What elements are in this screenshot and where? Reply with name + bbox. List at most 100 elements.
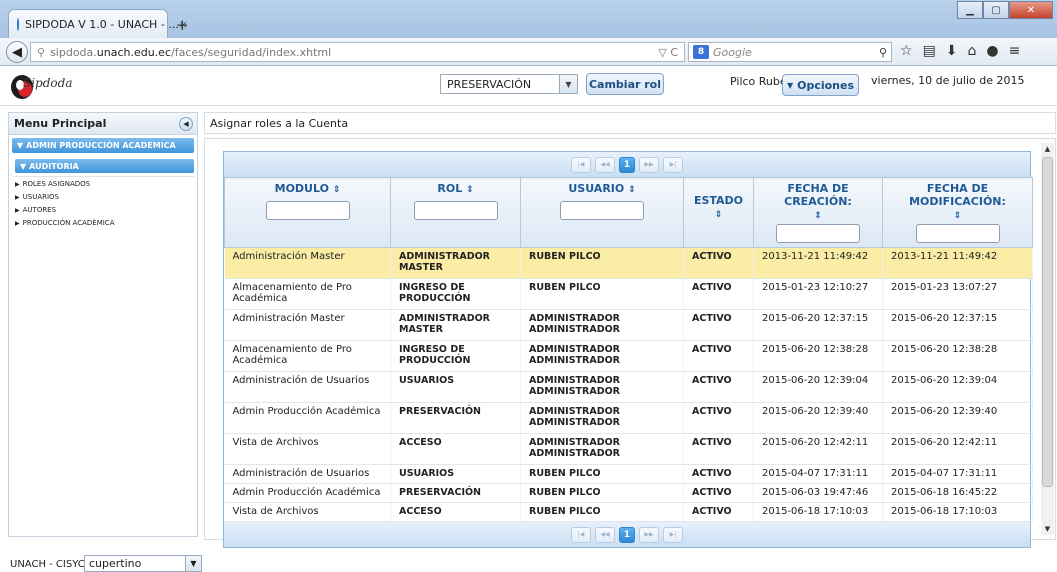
filter-fecha-modificacion-input[interactable] xyxy=(915,224,1000,243)
search-bar[interactable]: 8 Google ⚲ xyxy=(688,42,892,62)
cell-estado: ACTIVO xyxy=(683,433,754,465)
url-host: unach.edu.ec xyxy=(96,45,171,59)
chevron-down-icon[interactable]: ▼ xyxy=(559,75,577,93)
home-icon[interactable]: ⌂ xyxy=(968,43,977,59)
roles-datatable: |◀ ◀◀ 1 ▶▶ ▶| MODULO ⇕ ROL ⇕ USUARIO ⇕ E… xyxy=(223,151,1033,548)
cell-modulo: Admin Producción Académica xyxy=(224,402,391,434)
address-bar[interactable]: ⚲ sipdoda. unach.edu.ec/faces/seguridad/i… xyxy=(30,42,685,62)
table-row[interactable]: Almacenamiento de Pro Académica INGRESO … xyxy=(224,278,1033,310)
cell-modulo: Vista de Archivos xyxy=(224,433,391,465)
browser-tab[interactable]: SIPDODA V 1.0 - UNACH - ... × xyxy=(8,9,188,38)
bookmarks-list-icon[interactable]: ▤ xyxy=(923,43,936,59)
column-label: FECHA DE CREACIÓN: xyxy=(784,182,852,208)
column-header-modulo[interactable]: MODULO ⇕ xyxy=(224,177,391,248)
last-page-button[interactable]: ▶| xyxy=(663,526,683,543)
table-row[interactable]: Vista de Archivos ACCESO RUBEN PILCO ACT… xyxy=(224,502,1033,522)
scroll-thumb[interactable] xyxy=(1042,157,1053,487)
collapse-sidebar-icon[interactable]: ◀ xyxy=(179,116,193,131)
search-icon[interactable]: ⚲ xyxy=(879,46,887,59)
chevron-down-icon: ▼ xyxy=(786,80,794,90)
paginator-top: |◀ ◀◀ 1 ▶▶ ▶| xyxy=(224,152,1030,177)
filter-usuario-input[interactable] xyxy=(560,201,644,220)
theme-select[interactable]: cupertino ▼ xyxy=(84,555,202,572)
cell-modulo: Administración de Usuarios xyxy=(224,464,391,484)
filter-fecha-creacion-input[interactable] xyxy=(776,224,860,243)
table-row[interactable]: Admin Producción Académica PRESERVACIÓN … xyxy=(224,483,1033,503)
vertical-scrollbar[interactable]: ▲ ▼ xyxy=(1041,143,1054,535)
reload-icon[interactable]: ▽ C xyxy=(658,46,678,59)
opciones-button[interactable]: ▼ Opciones xyxy=(782,74,859,96)
column-header-rol[interactable]: ROL ⇕ xyxy=(390,177,521,248)
filter-modulo-input[interactable] xyxy=(265,201,350,220)
cell-usuario: RUBEN PILCO xyxy=(520,278,684,310)
sidebar-item-label: AUTORES xyxy=(22,206,57,214)
last-page-button[interactable]: ▶| xyxy=(663,156,683,173)
sort-icon[interactable]: ⇕ xyxy=(954,211,962,221)
role-select[interactable]: PRESERVACIÓN ▼ xyxy=(440,74,578,94)
close-window-button[interactable]: ✕ xyxy=(1009,1,1053,19)
sort-icon[interactable]: ⇕ xyxy=(715,210,723,220)
bookmark-star-icon[interactable]: ☆ xyxy=(900,43,913,59)
sort-icon[interactable]: ⇕ xyxy=(466,185,474,195)
column-label: MODULO xyxy=(274,182,329,195)
column-header-usuario[interactable]: USUARIO ⇕ xyxy=(520,177,684,248)
cell-fecha-modificacion: 2015-06-18 17:10:03 xyxy=(882,502,1033,522)
scroll-up-icon[interactable]: ▲ xyxy=(1041,143,1054,155)
column-header-fecha-creacion[interactable]: FECHA DE CREACIÓN: ⇕ xyxy=(753,177,883,248)
role-select-value: PRESERVACIÓN xyxy=(447,77,532,91)
search-engine-icon[interactable]: 8 xyxy=(693,45,709,59)
table-row[interactable]: Administración Master ADMINISTRADOR MAST… xyxy=(224,309,1033,341)
table-row[interactable]: Administración de Usuarios USUARIOS RUBE… xyxy=(224,464,1033,484)
sort-icon[interactable]: ⇕ xyxy=(333,185,341,195)
table-row[interactable]: Administración Master ADMINISTRADOR MAST… xyxy=(224,247,1033,279)
sort-icon[interactable]: ⇕ xyxy=(814,211,822,221)
cell-fecha-modificacion: 2015-06-20 12:38:28 xyxy=(882,340,1033,372)
sidebar-item-usuarios[interactable]: ▶ USUARIOS xyxy=(12,191,194,203)
chevron-down-icon[interactable]: ▼ xyxy=(185,556,201,571)
table-row[interactable]: Administración de Usuarios USUARIOS ADMI… xyxy=(224,371,1033,403)
cell-estado: ACTIVO xyxy=(683,247,754,279)
table-row[interactable]: Vista de Archivos ACCESO ADMINISTRADOR A… xyxy=(224,433,1033,465)
prev-page-button[interactable]: ◀◀ xyxy=(595,526,615,543)
prev-page-button[interactable]: ◀◀ xyxy=(595,156,615,173)
cell-modulo: Admin Producción Académica xyxy=(224,483,391,503)
column-header-fecha-modificacion[interactable]: FECHA DE MODIFICACIÓN: ⇕ xyxy=(882,177,1033,248)
logo-text: Sipdoda xyxy=(23,76,73,90)
download-icon[interactable]: ⬇ xyxy=(946,43,958,59)
first-page-button[interactable]: |◀ xyxy=(571,526,591,543)
cell-fecha-modificacion: 2015-06-20 12:42:11 xyxy=(882,433,1033,465)
cell-fecha-creacion: 2015-06-20 12:38:28 xyxy=(753,340,883,372)
cell-fecha-creacion: 2015-06-20 12:42:11 xyxy=(753,433,883,465)
table-row[interactable]: Almacenamiento de Pro Académica INGRESO … xyxy=(224,340,1033,372)
column-label: ROL xyxy=(437,182,463,195)
column-header-estado[interactable]: ESTADO ⇕ xyxy=(683,177,754,248)
next-page-button[interactable]: ▶▶ xyxy=(639,526,659,543)
cell-estado: ACTIVO xyxy=(683,371,754,403)
new-tab-button[interactable]: + xyxy=(176,16,189,34)
cambiar-rol-button[interactable]: Cambiar rol xyxy=(586,73,664,95)
cell-fecha-modificacion: 2015-06-20 12:39:04 xyxy=(882,371,1033,403)
content-title: Asignar roles a la Cuenta xyxy=(204,112,1056,134)
first-page-button[interactable]: |◀ xyxy=(571,156,591,173)
chat-icon[interactable]: ● xyxy=(986,43,998,59)
sidebar-item-roles-asignados[interactable]: ▶ ROLES ASIGNADOS xyxy=(12,178,194,190)
cell-rol: USUARIOS xyxy=(390,371,521,403)
maximize-button[interactable]: ▢ xyxy=(983,1,1009,19)
menu-subsection-auditoria[interactable]: ▼ AUDITORIA xyxy=(15,159,194,173)
minimize-button[interactable]: ▁ xyxy=(957,1,983,19)
filter-rol-input[interactable] xyxy=(413,201,498,220)
page-number-button[interactable]: 1 xyxy=(619,526,635,543)
next-page-button[interactable]: ▶▶ xyxy=(639,156,659,173)
back-button[interactable]: ◀ xyxy=(6,41,28,63)
menu-section-label: ADMIN PRODUCCIÓN ACADEMICA xyxy=(26,141,176,150)
sidebar-item-autores[interactable]: ▶ AUTORES xyxy=(12,204,194,216)
cell-fecha-creacion: 2015-04-07 17:31:11 xyxy=(753,464,883,484)
menu-section-admin[interactable]: ▼ ADMIN PRODUCCIÓN ACADEMICA xyxy=(12,138,194,153)
sidebar-item-produccion-academica[interactable]: ▶ PRODUCCIÓN ACADÉMICA xyxy=(12,217,194,229)
scroll-down-icon[interactable]: ▼ xyxy=(1041,523,1054,535)
cell-rol: ADMINISTRADOR MASTER xyxy=(390,247,521,279)
page-number-button[interactable]: 1 xyxy=(619,156,635,173)
sort-icon[interactable]: ⇕ xyxy=(628,185,636,195)
menu-icon[interactable]: ≡ xyxy=(1009,43,1021,59)
table-row[interactable]: Admin Producción Académica PRESERVACIÓN … xyxy=(224,402,1033,434)
